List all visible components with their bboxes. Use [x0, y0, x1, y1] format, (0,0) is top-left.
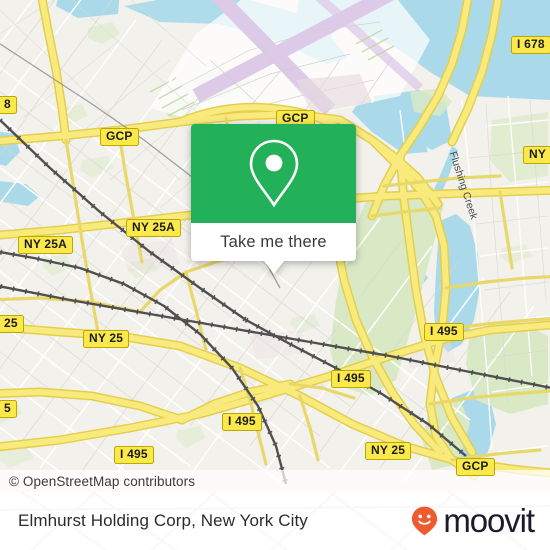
road-shield: NY 25A	[126, 219, 182, 237]
road-shield: GCP	[100, 128, 139, 146]
footer-bar: Elmhurst Holding Corp, New York City moo…	[0, 492, 550, 550]
road-shield: I 495	[331, 370, 371, 388]
road-shield: NY 25A	[18, 236, 74, 254]
road-shield: I 495	[114, 446, 154, 464]
moovit-pin-icon	[412, 506, 438, 536]
attribution-text: © OpenStreetMap contributors	[9, 473, 196, 489]
moovit-map-share-card: I 678 GCP GCP NY NY 25A NY 25A 8 25 NY 25 I 495 I …	[0, 0, 550, 550]
road-shield: I 495	[424, 323, 464, 341]
road-shield: NY 25	[83, 330, 130, 348]
popup-body	[191, 124, 356, 223]
road-shield: I 678	[511, 36, 550, 54]
road-shield: 5	[0, 400, 17, 418]
road-shield: GCP	[456, 458, 495, 476]
moovit-wordmark: moovit	[443, 502, 535, 539]
location-popup[interactable]: Take me there	[191, 124, 356, 274]
moovit-logo[interactable]: moovit	[411, 502, 550, 540]
road-shield: NY 25	[365, 442, 412, 460]
road-shield: I 495	[222, 413, 262, 431]
take-me-there-label: Take me there	[220, 232, 327, 251]
road-shield: 25	[0, 315, 24, 333]
place-name: Elmhurst Holding Corp, New York City	[18, 511, 308, 530]
road-shield: NY	[523, 146, 550, 164]
popup-tail	[263, 261, 284, 274]
popup-footer[interactable]: Take me there	[191, 223, 356, 274]
map-pin-icon	[249, 139, 298, 207]
road-shield: 8	[0, 96, 17, 114]
